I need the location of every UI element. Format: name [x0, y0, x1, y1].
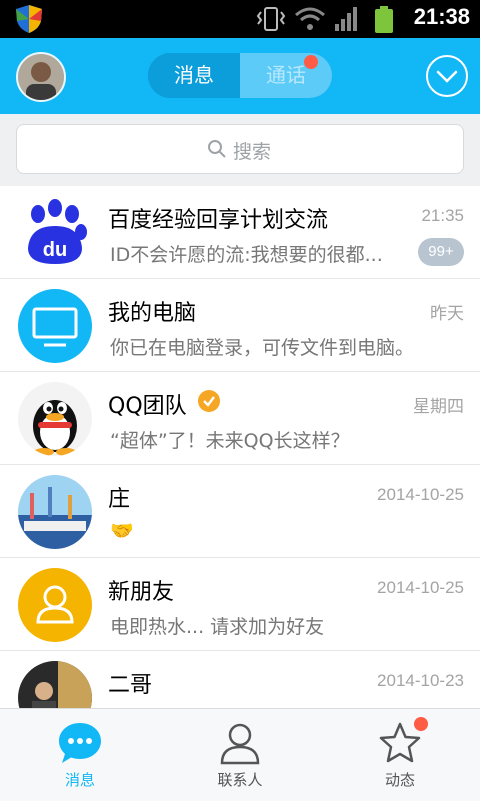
baidu-paw-icon: du [18, 196, 92, 270]
tab-calls[interactable]: 通话 [240, 53, 332, 98]
qq-penguin-icon [33, 400, 77, 456]
conversation-row[interactable]: QQ团队 星期四 “超体”了！未来QQ长这样？ [0, 372, 480, 465]
conversation-time: 21:35 [421, 206, 464, 225]
more-options-button[interactable] [426, 55, 468, 97]
conversation-preview: “超体”了！未来QQ长这样？ [110, 430, 350, 452]
conversation-list: du 百度经验回享计划交流 21:35 ID不会许愿的流:我想要的很都... 9… [0, 186, 480, 708]
contacts-person-icon [220, 723, 260, 765]
tab-bar-label: 联系人 [217, 771, 263, 789]
calls-notification-dot [304, 55, 318, 69]
baidu-logo-avatar: du [18, 196, 92, 270]
conversation-preview: 电即热水... 请求加为好友 [110, 616, 325, 638]
search-area: 搜索 [0, 114, 480, 186]
conversation-row[interactable]: 二哥 2014-10-23 [0, 651, 480, 708]
conversation-time: 2014-10-25 [377, 578, 464, 597]
conversation-time: 昨天 [430, 304, 464, 323]
feed-notification-dot [414, 717, 428, 731]
my-computer-avatar [18, 289, 92, 363]
tab-bar-messages[interactable]: 消息 [0, 709, 160, 801]
unread-badge: 99+ [418, 238, 464, 266]
security-shield-icon [16, 5, 42, 33]
verified-check-icon [198, 390, 220, 412]
photo-thumbnail-icon [18, 475, 92, 549]
status-bar: 21:38 [0, 0, 480, 38]
photo-avatar [18, 661, 92, 708]
battery-icon [375, 6, 393, 33]
qq-team-avatar [18, 382, 92, 456]
conversation-row[interactable]: du 百度经验回享计划交流 21:35 ID不会许愿的流:我想要的很都... 9… [0, 186, 480, 279]
conversation-name: 新朋友 [108, 580, 175, 605]
conversation-time: 2014-10-23 [377, 671, 464, 690]
conversation-name: QQ团队 [108, 394, 187, 419]
photo-thumbnail-icon [18, 661, 92, 708]
person-icon [36, 585, 74, 624]
photo-avatar [18, 475, 92, 549]
search-icon [208, 140, 226, 158]
conversation-row[interactable]: 我的电脑 昨天 你已在电脑登录，可传文件到电脑。 [0, 279, 480, 372]
my-avatar[interactable] [16, 52, 66, 102]
wifi-icon [295, 7, 325, 30]
tab-messages[interactable]: 消息 [148, 53, 240, 98]
conversation-preview: ID不会许愿的流:我想要的很都... [110, 244, 383, 266]
monitor-icon [32, 307, 78, 347]
conversation-preview: 🤝 [110, 520, 134, 542]
person-photo-icon [18, 54, 64, 100]
tab-bar-feed[interactable]: 动态 [320, 709, 480, 801]
new-friend-avatar [18, 568, 92, 642]
search-input[interactable]: 搜索 [16, 124, 464, 174]
chat-bubble-icon [59, 723, 101, 763]
tab-bar-label: 消息 [64, 771, 95, 789]
conversation-preview: 你已在电脑登录，可传文件到电脑。 [110, 337, 415, 359]
conversation-row[interactable]: 新朋友 2014-10-25 电即热水... 请求加为好友 [0, 558, 480, 651]
tab-bar-contacts[interactable]: 联系人 [160, 709, 320, 801]
tab-bar-label: 动态 [384, 771, 415, 789]
conversation-row[interactable]: 庄 2014-10-25 🤝 [0, 465, 480, 558]
conversation-name: 百度经验回享计划交流 [108, 208, 329, 233]
bottom-tab-bar: 消息 联系人 动态 [0, 708, 480, 801]
svg-text:du: du [43, 239, 67, 261]
signal-icon [335, 7, 357, 31]
search-placeholder: 搜索 [233, 141, 272, 163]
vibrate-icon [256, 7, 286, 31]
chevron-down-icon [436, 70, 458, 83]
header-bar: 消息 通话 [0, 38, 480, 114]
conversation-time: 2014-10-25 [377, 485, 464, 504]
conversation-name: 庄 [108, 487, 131, 512]
conversation-name: 二哥 [108, 673, 153, 698]
conversation-time: 星期四 [413, 397, 464, 416]
conversation-name: 我的电脑 [108, 301, 197, 326]
status-clock: 21:38 [413, 4, 470, 29]
